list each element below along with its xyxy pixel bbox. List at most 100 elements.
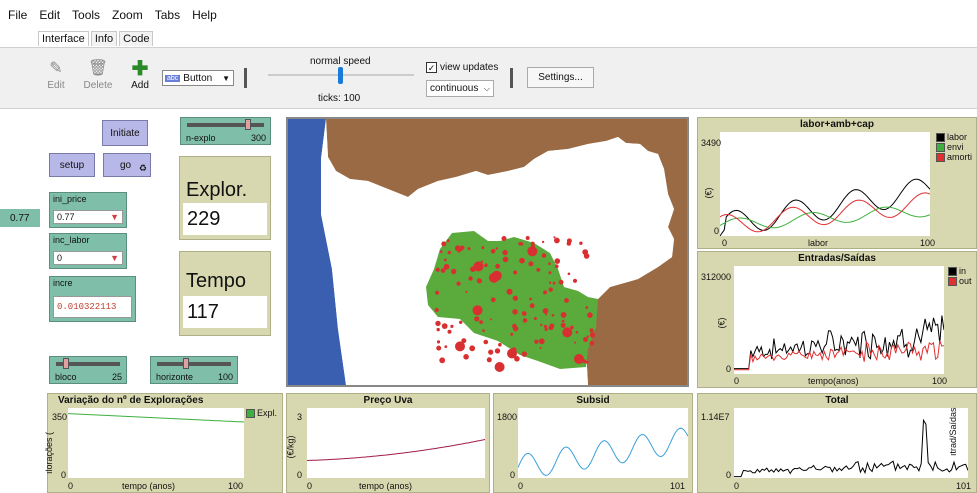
monitor-value: 117: [183, 296, 267, 328]
x-min-tick: 0: [307, 481, 313, 491]
incre-input[interactable]: incre 0.010322113: [49, 276, 136, 322]
parcel-dot: [494, 348, 501, 354]
parcel-dot: [525, 236, 530, 240]
parcel-dot: [519, 242, 524, 246]
ini-price-chooser[interactable]: ini_price 0.77 ▼: [49, 192, 127, 228]
delete-tool[interactable]: 🗑 Delete: [80, 58, 116, 91]
parcel-dot: [574, 341, 576, 344]
widget-type-select[interactable]: abc Button ▼: [162, 70, 234, 86]
plot-area: [734, 408, 968, 478]
parcel-dot: [456, 281, 461, 286]
parcel-dot: [536, 268, 541, 272]
settings-button[interactable]: Settings...: [527, 67, 594, 88]
parcel-dot: [521, 311, 527, 316]
in-series-line: [734, 315, 944, 370]
parcel-dot: [443, 258, 447, 262]
horizonte-slider[interactable]: horizonte 100: [150, 356, 238, 384]
out-series-line: [734, 340, 944, 371]
chooser-value-box[interactable]: 0 ▼: [53, 251, 123, 265]
parcel-dot: [539, 346, 542, 349]
parcel-dot: [533, 317, 537, 320]
update-mode-select[interactable]: continuous ⌵: [426, 80, 494, 97]
y-max-tick: 312000: [701, 272, 732, 282]
total-series-line: [734, 418, 968, 478]
parcel-dot: [540, 323, 543, 327]
go-button[interactable]: go ♻: [103, 153, 151, 177]
n-explo-slider[interactable]: n-explo 300: [180, 117, 271, 145]
menu-bar: File Edit Tools Zoom Tabs Help: [0, 8, 221, 26]
parcel-dot: [506, 288, 513, 295]
bloco-slider[interactable]: bloco 25: [49, 356, 127, 384]
parcel-dot: [469, 345, 476, 352]
toolbar-separator: [244, 68, 247, 88]
tab-info[interactable]: Info: [90, 31, 118, 46]
slider-thumb[interactable]: [62, 358, 69, 369]
entradas-saidas-plot: Entradas/Saídas 312000 0 0 100 tempo(ano…: [697, 251, 977, 388]
parcel-dot: [490, 249, 496, 254]
menu-zoom[interactable]: Zoom: [104, 8, 147, 26]
parcel-dot: [544, 313, 548, 316]
parcel-dot: [460, 245, 465, 250]
legend-label: envi: [947, 142, 964, 152]
parcel-dot: [434, 307, 439, 313]
parcel-dot: [549, 326, 554, 330]
parcel-dot: [443, 263, 450, 270]
menu-tabs[interactable]: Tabs: [147, 8, 184, 26]
initiate-button[interactable]: Initiate: [102, 120, 148, 146]
y-max-tick: 1.14E7: [701, 412, 730, 422]
menu-edit[interactable]: Edit: [31, 8, 64, 26]
view-updates-toggle[interactable]: ✓ view updates: [426, 62, 498, 73]
parcel-dot: [454, 245, 461, 252]
checkbox-checked-icon[interactable]: ✓: [426, 62, 437, 73]
add-tool[interactable]: ✚ Add: [128, 58, 152, 91]
legend-item: labor: [936, 132, 972, 142]
parcel-dot: [512, 295, 518, 301]
parcel-dot: [494, 362, 505, 372]
parcel-dot: [548, 271, 552, 275]
chooser-value: 0.77: [57, 212, 75, 222]
menu-help[interactable]: Help: [184, 8, 221, 26]
plot-title: Preço Uva: [363, 395, 413, 406]
y-max-tick: 3: [297, 412, 303, 422]
legend-item: amorti: [936, 152, 972, 162]
chooser-value-box[interactable]: 0.77 ▼: [53, 210, 123, 224]
preco-uva-plot: Preço Uva 3 0 0 tempo (anos) (€/kg): [286, 393, 490, 493]
parcel-dot: [501, 236, 507, 241]
parcel-dot: [435, 320, 441, 327]
chooser-label: inc_labor: [53, 235, 90, 245]
x-max-tick: 101: [956, 481, 972, 491]
parcel-dot: [512, 309, 518, 315]
add-label: Add: [131, 80, 149, 91]
y-min-tick: 0: [61, 470, 67, 480]
y-min-tick: 0: [510, 470, 516, 480]
parcel-dot: [465, 290, 468, 293]
parcel-dot: [468, 276, 473, 281]
tab-interface[interactable]: Interface: [38, 31, 89, 46]
world-view[interactable]: [286, 117, 689, 387]
legend-item: envi: [936, 142, 972, 152]
legend-swatch: [936, 132, 945, 142]
parcel-dot: [486, 357, 492, 363]
parcel-dot: [567, 272, 571, 276]
edit-tool[interactable]: ✎ Edit: [44, 58, 68, 91]
inc-labor-chooser[interactable]: inc_labor 0 ▼: [49, 233, 127, 269]
plot-title: Entradas/Saídas: [798, 253, 876, 264]
setup-button[interactable]: setup: [49, 153, 95, 177]
forever-loop-icon: ♻: [138, 163, 147, 173]
tab-code[interactable]: Code: [119, 31, 154, 46]
menu-file[interactable]: File: [0, 8, 31, 26]
parcel-dot: [436, 345, 442, 351]
button-widget-icon: abc: [165, 74, 181, 82]
x-min-tick: 0: [68, 481, 74, 491]
x-min-tick: 0: [722, 238, 728, 248]
incre-value[interactable]: 0.010322113: [53, 296, 132, 318]
plot-title: Total: [825, 395, 849, 406]
parcel-dot: [543, 290, 547, 295]
y-min-tick: 0: [297, 470, 303, 480]
menu-tools[interactable]: Tools: [64, 8, 104, 26]
monitor-label: Explor.: [186, 179, 248, 201]
slider-thumb[interactable]: [245, 119, 252, 130]
parcel-dot: [589, 340, 595, 346]
slider-thumb[interactable]: [182, 358, 189, 369]
speed-slider-thumb[interactable]: [338, 67, 343, 84]
